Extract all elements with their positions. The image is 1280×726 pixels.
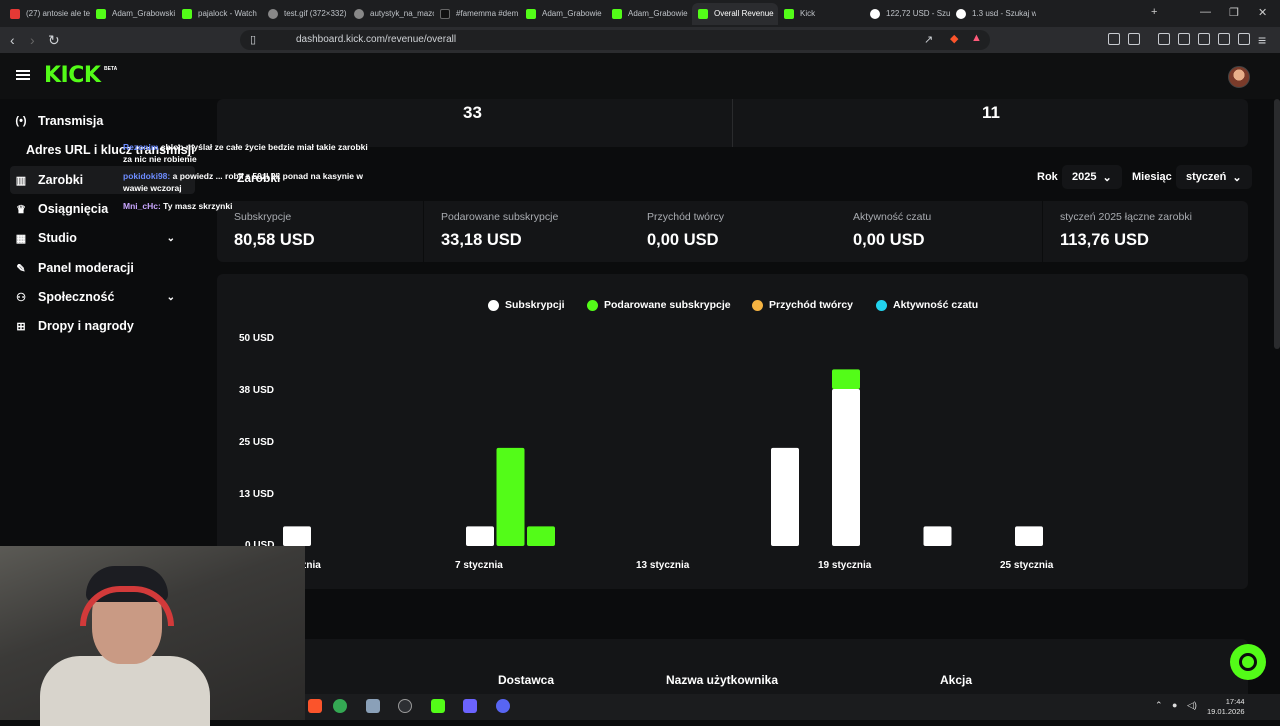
chart-bar[interactable] <box>283 526 311 546</box>
tray-chevron-icon[interactable]: ⌃ <box>1155 700 1163 711</box>
chrome-icon[interactable] <box>333 699 347 713</box>
chat-username: Rezonim <box>123 142 159 152</box>
system-clock[interactable]: 17:44 19.01.2026 <box>1207 697 1245 717</box>
chat-message: Mni_cHc: Ty masz skrzynki <box>123 200 232 212</box>
help-chat-button[interactable] <box>1230 644 1266 680</box>
app-icon[interactable] <box>463 699 477 713</box>
chart-bar[interactable] <box>527 526 555 546</box>
windows-taskbar <box>305 694 1280 720</box>
clock-date: 19.01.2026 <box>1207 707 1245 716</box>
chat-text: chlop myślał ze całe życie bedzie miał t… <box>123 142 368 164</box>
chart-bar[interactable] <box>466 526 494 546</box>
chat-message: Rezonim chlop myślał ze całe życie bedzi… <box>123 141 373 165</box>
app-icon[interactable] <box>366 699 380 713</box>
x-tick-label: 13 stycznia <box>636 560 690 571</box>
x-tick-label: 7 stycznia <box>455 560 503 571</box>
chat-message: pokidoki98: a powiedz ... robil z 50zl 2… <box>123 170 388 194</box>
chart-bar[interactable] <box>496 447 525 546</box>
discord-icon[interactable] <box>496 699 510 713</box>
obs-icon[interactable] <box>398 699 412 713</box>
chart-bar[interactable] <box>832 389 860 546</box>
microphone-icon[interactable]: ● <box>1172 700 1177 710</box>
chat-username: pokidoki98: <box>123 171 171 181</box>
x-tick-label: 19 stycznia <box>818 560 872 571</box>
column-header: Nazwa użytkownika <box>666 673 779 687</box>
volume-icon[interactable]: ◁) <box>1187 700 1197 711</box>
webcam-overlay <box>0 546 305 726</box>
column-header: Dostawca <box>498 673 555 687</box>
chart-bar[interactable] <box>832 369 860 390</box>
headset-icon <box>1239 653 1257 671</box>
streamer-body <box>40 656 210 726</box>
x-tick-label: 25 stycznia <box>1000 560 1054 571</box>
column-header: Akcja <box>940 673 973 687</box>
kick-app-icon[interactable] <box>431 699 445 713</box>
chart-bar[interactable] <box>923 526 952 546</box>
chart-bar[interactable] <box>1015 526 1043 546</box>
chat-text: Ty masz skrzynki <box>163 201 233 211</box>
chart-bar[interactable] <box>771 447 799 546</box>
clock-time: 17:44 <box>1225 697 1245 706</box>
brave-icon[interactable] <box>308 699 322 713</box>
chat-username: Mni_cHc: <box>123 201 161 211</box>
